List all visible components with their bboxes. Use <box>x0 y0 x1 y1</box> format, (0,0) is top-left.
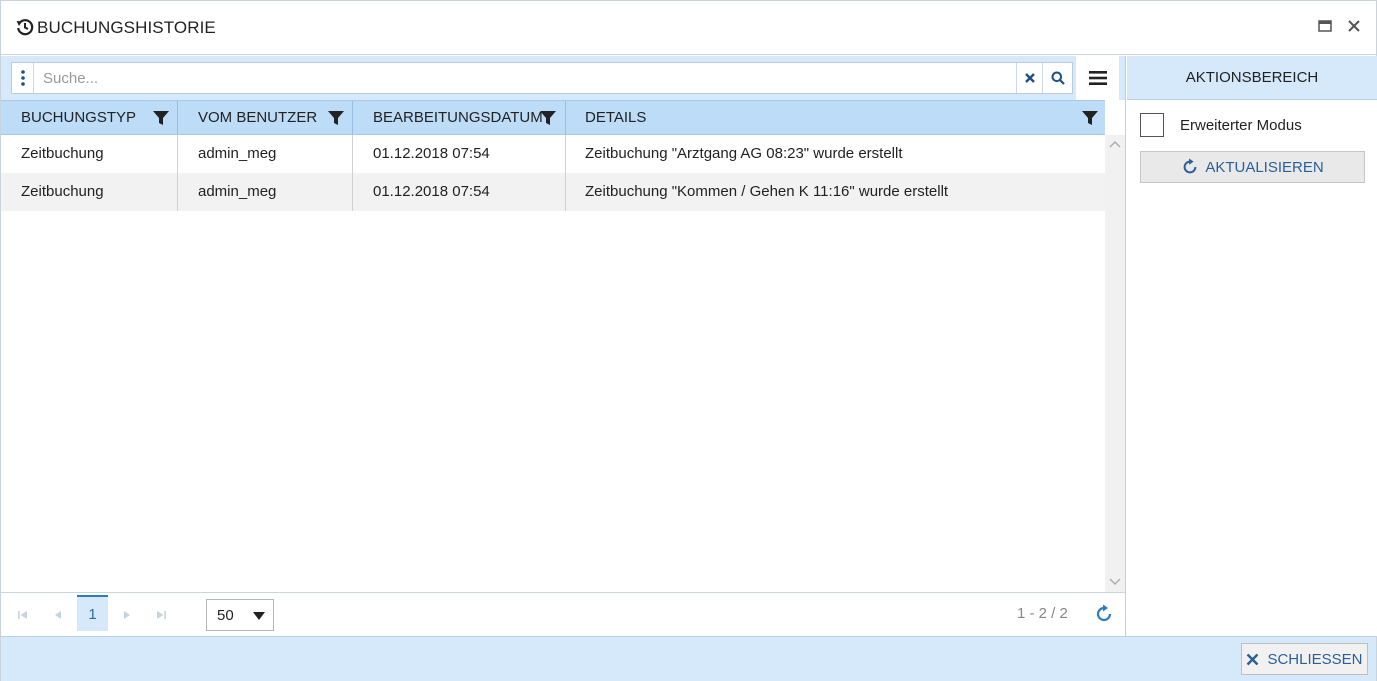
cell-vom-benutzer: admin_meg <box>178 173 353 211</box>
page-info: 1 - 2 / 2 <box>1017 605 1068 622</box>
filter-icon[interactable] <box>327 109 345 127</box>
page-size-value: 50 <box>217 607 234 624</box>
cell-vom-benutzer: admin_meg <box>178 135 353 173</box>
history-grid-pane: BUCHUNGSTYP VOM BENUTZER BEARBEITUNGSDAT… <box>1 56 1126 636</box>
clear-icon <box>1024 73 1035 83</box>
cell-details: Zeitbuchung "Kommen / Gehen K 11:16" wur… <box>585 183 949 200</box>
refresh-button-label: AKTUALISIEREN <box>1205 158 1324 176</box>
table-row[interactable]: Zeitbuchung admin_meg 01.12.2018 07:54 Z… <box>1 135 1105 173</box>
cell-details: Zeitbuchung "Arztgang AG 08:23" wurde er… <box>585 145 903 162</box>
booking-history-dialog: BUCHUNGSHISTORIE Suche... BUCHUNGSTYP VO… <box>0 0 1377 681</box>
maximize-button[interactable] <box>1314 15 1336 37</box>
page-size-select[interactable]: 50 <box>206 599 274 631</box>
title-bar: BUCHUNGSHISTORIE <box>1 1 1376 55</box>
column-header-label: VOM BENUTZER <box>198 109 318 126</box>
dialog-footer: SCHLIESSEN <box>1 636 1376 681</box>
search-input[interactable] <box>35 63 1015 93</box>
last-page-icon[interactable] <box>154 608 168 622</box>
scroll-down-icon[interactable] <box>1109 575 1121 587</box>
extended-mode-label: Erweiterter Modus <box>1180 117 1302 134</box>
column-header-bearbeitungsdatum[interactable]: BEARBEITUNGSDATUM <box>353 101 566 134</box>
hamburger-menu-icon <box>1088 71 1107 85</box>
kebab-menu-icon <box>20 70 25 86</box>
dropdown-arrow-icon <box>253 612 265 620</box>
search-options-button[interactable] <box>12 63 34 93</box>
column-header-buchungstyp[interactable]: BUCHUNGSTYP <box>1 101 178 134</box>
column-header-label: BUCHUNGSTYP <box>21 109 137 126</box>
table-row[interactable]: Zeitbuchung admin_meg 01.12.2018 07:54 Z… <box>1 173 1105 211</box>
cell-bearbeitungsdatum: 01.12.2018 07:54 <box>353 173 566 211</box>
pager: 1 50 1 - 2 / 2 <box>1 592 1125 636</box>
grid-toolbar <box>1 56 1125 100</box>
column-header-label: DETAILS <box>585 109 647 126</box>
cell-buchungstyp: Zeitbuchung <box>1 135 178 173</box>
refresh-icon[interactable] <box>1094 604 1114 624</box>
extended-mode-checkbox[interactable] <box>1140 113 1164 137</box>
next-page-icon[interactable] <box>120 608 134 622</box>
close-button[interactable]: SCHLIESSEN <box>1241 643 1368 675</box>
close-icon <box>1348 20 1360 32</box>
grid-header: BUCHUNGSTYP VOM BENUTZER BEARBEITUNGSDAT… <box>1 100 1105 135</box>
actions-header: AKTIONSBEREICH <box>1127 56 1377 100</box>
filter-icon[interactable] <box>539 109 557 127</box>
refresh-icon <box>1183 158 1197 174</box>
grid-scrollbar[interactable] <box>1105 135 1125 592</box>
column-header-details[interactable]: DETAILS <box>566 101 1105 134</box>
close-window-button[interactable] <box>1343 15 1365 37</box>
grid-menu-button[interactable] <box>1076 56 1119 100</box>
grid-rows: Zeitbuchung admin_meg 01.12.2018 07:54 Z… <box>1 135 1105 211</box>
history-icon <box>16 19 34 36</box>
column-header-label: BEARBEITUNGSDATUM <box>373 109 543 126</box>
search-button[interactable] <box>1042 63 1072 93</box>
column-header-vom-benutzer[interactable]: VOM BENUTZER <box>178 101 353 134</box>
cell-bearbeitungsdatum: 01.12.2018 07:54 <box>353 135 566 173</box>
close-button-label: SCHLIESSEN <box>1267 650 1363 668</box>
actions-pane: AKTIONSBEREICH Erweiterter Modus AKTUALI… <box>1127 56 1377 636</box>
scroll-up-icon[interactable] <box>1109 139 1121 151</box>
filter-icon[interactable] <box>1081 109 1099 127</box>
cell-buchungstyp: Zeitbuchung <box>1 173 178 211</box>
previous-page-icon[interactable] <box>51 608 65 622</box>
filter-icon[interactable] <box>152 109 170 127</box>
first-page-icon[interactable] <box>16 608 30 622</box>
maximize-icon <box>1318 20 1332 32</box>
close-icon <box>1247 653 1259 665</box>
clear-search-button[interactable] <box>1016 63 1042 93</box>
search-box <box>11 62 1073 94</box>
search-icon <box>1051 71 1065 85</box>
refresh-button[interactable]: AKTUALISIEREN <box>1140 151 1365 183</box>
dialog-title: BUCHUNGSHISTORIE <box>37 18 216 37</box>
current-page-button[interactable]: 1 <box>77 595 108 631</box>
